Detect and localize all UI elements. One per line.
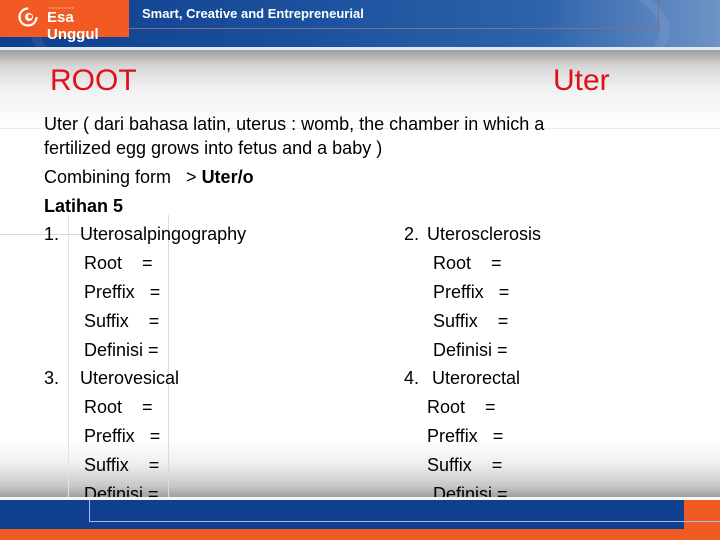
table-gridline-vertical	[168, 215, 169, 497]
exercise-title: Latihan 5	[44, 196, 124, 216]
footer-frame-line	[89, 500, 720, 522]
item-prefix: Preffix =	[433, 282, 510, 302]
item-prefix: Preffix =	[427, 426, 504, 446]
item-root: Root =	[84, 253, 153, 273]
item-number: 2.	[404, 224, 420, 244]
item-root: Root =	[433, 253, 502, 273]
item-term: Uterosalpingography	[80, 224, 247, 244]
esa-unggul-logo-icon	[18, 7, 38, 27]
item-number: 4.	[404, 368, 420, 388]
item-number: 3.	[44, 368, 60, 388]
item-suffix: Suffix =	[433, 311, 509, 331]
footer-orange-band	[0, 529, 720, 540]
definition-line-2: fertilized egg grows into fetus and a ba…	[44, 138, 383, 158]
table-gridline-vertical	[68, 215, 69, 497]
combining-form-label: Combining form >	[44, 167, 202, 187]
item-definisi: Definisi =	[433, 340, 508, 360]
item-number: 1.	[44, 224, 60, 244]
logo-text: Esa Unggul	[47, 9, 99, 43]
combining-form: Combining form > Uter/o	[44, 167, 254, 187]
item-prefix: Preffix =	[84, 282, 161, 302]
combining-form-value: Uter/o	[201, 167, 254, 187]
header-accent-line-vertical	[658, 0, 659, 29]
header-banner: UNIVERSITAS Esa Unggul Smart, Creative a…	[0, 0, 720, 47]
item-suffix: Suffix =	[84, 311, 160, 331]
item-term: Uterorectal	[432, 368, 521, 388]
item-term: Uterovesical	[80, 368, 180, 388]
slide-title-uter: Uter	[553, 64, 610, 97]
item-suffix: Suffix =	[427, 455, 503, 475]
slide-title-root: ROOT	[50, 64, 137, 97]
logo: UNIVERSITAS Esa Unggul	[0, 0, 129, 43]
tagline: Smart, Creative and Entrepreneurial	[142, 6, 364, 21]
header-accent-line	[125, 28, 659, 29]
item-term: Uterosclerosis	[427, 224, 542, 244]
item-prefix: Preffix =	[84, 426, 161, 446]
definition-line-1: Uter ( dari bahasa latin, uterus : womb,…	[44, 114, 545, 134]
item-definisi: Definisi =	[84, 340, 159, 360]
item-root: Root =	[427, 397, 496, 417]
item-suffix: Suffix =	[84, 455, 160, 475]
item-root: Root =	[84, 397, 153, 417]
